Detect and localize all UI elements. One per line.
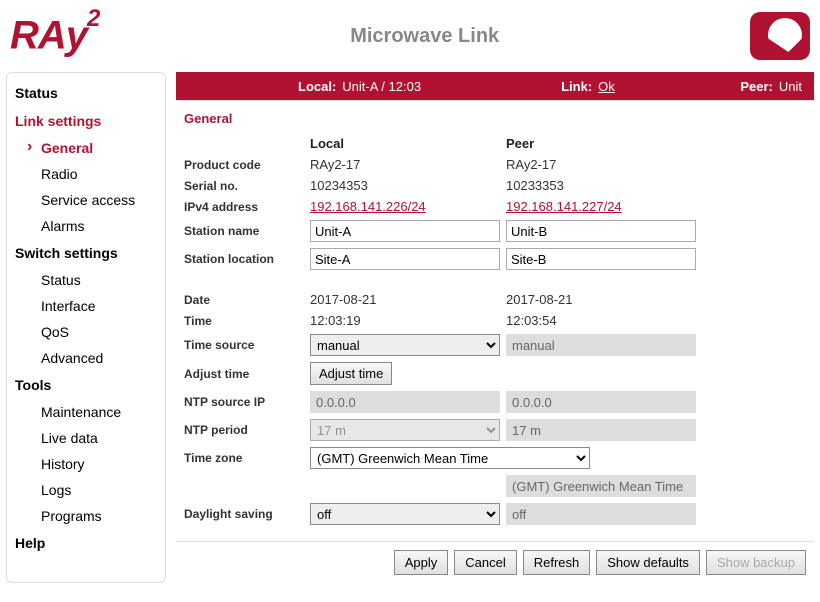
label-ntp-period: NTP period (184, 423, 304, 437)
input-station-name-local[interactable] (310, 220, 500, 242)
label-station-location: Station location (184, 252, 304, 266)
sidebar-item-radio[interactable]: Radio (11, 161, 161, 187)
label-dst: Daylight saving (184, 507, 304, 521)
input-station-location-peer[interactable] (506, 248, 696, 270)
status-bar: Local: Unit-A / 12:03 Link: Ok Peer: Unit (176, 72, 814, 100)
sidebar: Status Link settings General Radio Servi… (6, 72, 166, 583)
value-time-peer: 12:03:54 (506, 313, 696, 328)
settings-form: Local Peer Product code RAy2-17 RAy2-17 … (176, 132, 814, 541)
sidebar-item-alarms[interactable]: Alarms (11, 213, 161, 239)
button-bar: Apply Cancel Refresh Show defaults Show … (176, 541, 814, 583)
readonly-time-source-peer: manual (506, 334, 696, 356)
status-peer-value: Unit (779, 79, 802, 94)
apply-button[interactable]: Apply (394, 550, 449, 575)
label-time: Time (184, 314, 304, 328)
label-station-name: Station name (184, 224, 304, 238)
value-serial-no-peer: 10233353 (506, 178, 696, 193)
value-product-code-peer: RAy2-17 (506, 157, 696, 172)
logo: RAy2 (10, 13, 99, 58)
cancel-button[interactable]: Cancel (454, 550, 516, 575)
readonly-dst-peer: off (506, 503, 696, 525)
sidebar-item-advanced[interactable]: Advanced (11, 345, 161, 371)
readonly-ntp-period-peer: 17 m (506, 419, 696, 441)
select-time-zone-local[interactable]: (GMT) Greenwich Mean Time (310, 447, 590, 469)
readonly-ntp-ip-peer: 0.0.0.0 (506, 391, 696, 413)
status-link-label: Link: (561, 79, 592, 94)
refresh-button[interactable]: Refresh (523, 550, 591, 575)
status-peer-label: Peer: (740, 79, 773, 94)
sidebar-cat-tools[interactable]: Tools (11, 371, 161, 399)
sidebar-item-maintenance[interactable]: Maintenance (11, 399, 161, 425)
sidebar-item-logs[interactable]: Logs (11, 477, 161, 503)
label-serial-no: Serial no. (184, 179, 304, 193)
label-time-zone: Time zone (184, 451, 304, 465)
label-product-code: Product code (184, 158, 304, 172)
status-local-value: Unit-A / 12:03 (342, 79, 421, 94)
sidebar-item-qos[interactable]: QoS (11, 319, 161, 345)
logo-main: RAy (10, 14, 87, 58)
select-ntp-period-local: 17 m (310, 419, 500, 441)
sidebar-cat-switch-settings[interactable]: Switch settings (11, 239, 161, 267)
show-backup-button: Show backup (706, 550, 806, 575)
col-header-local: Local (310, 136, 500, 151)
sidebar-item-general[interactable]: General (11, 135, 161, 161)
sidebar-cat-status[interactable]: Status (11, 79, 161, 107)
panel-title: General (176, 101, 814, 132)
status-local-label: Local: (298, 79, 336, 94)
value-product-code-local: RAy2-17 (310, 157, 500, 172)
link-ipv4-local[interactable]: 192.168.141.226/24 (310, 199, 500, 214)
status-link-value[interactable]: Ok (598, 79, 615, 94)
readonly-ntp-ip-local: 0.0.0.0 (310, 391, 500, 413)
page-title: Microwave Link (350, 25, 499, 48)
value-date-local: 2017-08-21 (310, 292, 500, 307)
sidebar-item-interface[interactable]: Interface (11, 293, 161, 319)
label-ipv4: IPv4 address (184, 200, 304, 214)
show-defaults-button[interactable]: Show defaults (596, 550, 700, 575)
value-time-local: 12:03:19 (310, 313, 500, 328)
brand-badge-icon (750, 12, 810, 60)
sidebar-item-programs[interactable]: Programs (11, 503, 161, 529)
readonly-time-zone-peer: (GMT) Greenwich Mean Time (506, 475, 696, 497)
label-adjust-time: Adjust time (184, 367, 304, 381)
select-time-source-local[interactable]: manual (310, 334, 500, 356)
sidebar-item-live-data[interactable]: Live data (11, 425, 161, 451)
label-time-source: Time source (184, 338, 304, 352)
sidebar-item-service-access[interactable]: Service access (11, 187, 161, 213)
sidebar-cat-link-settings[interactable]: Link settings (11, 107, 161, 135)
sidebar-item-history[interactable]: History (11, 451, 161, 477)
input-station-location-local[interactable] (310, 248, 500, 270)
adjust-time-button[interactable]: Adjust time (310, 362, 392, 385)
col-header-peer: Peer (506, 136, 696, 151)
sidebar-item-switch-status[interactable]: Status (11, 267, 161, 293)
label-date: Date (184, 293, 304, 307)
sidebar-cat-help[interactable]: Help (11, 529, 161, 557)
input-station-name-peer[interactable] (506, 220, 696, 242)
label-ntp-ip: NTP source IP (184, 395, 304, 409)
logo-sup: 2 (87, 5, 99, 32)
link-ipv4-peer[interactable]: 192.168.141.227/24 (506, 199, 696, 214)
value-serial-no-local: 10234353 (310, 178, 500, 193)
value-date-peer: 2017-08-21 (506, 292, 696, 307)
select-dst-local[interactable]: off (310, 503, 500, 525)
